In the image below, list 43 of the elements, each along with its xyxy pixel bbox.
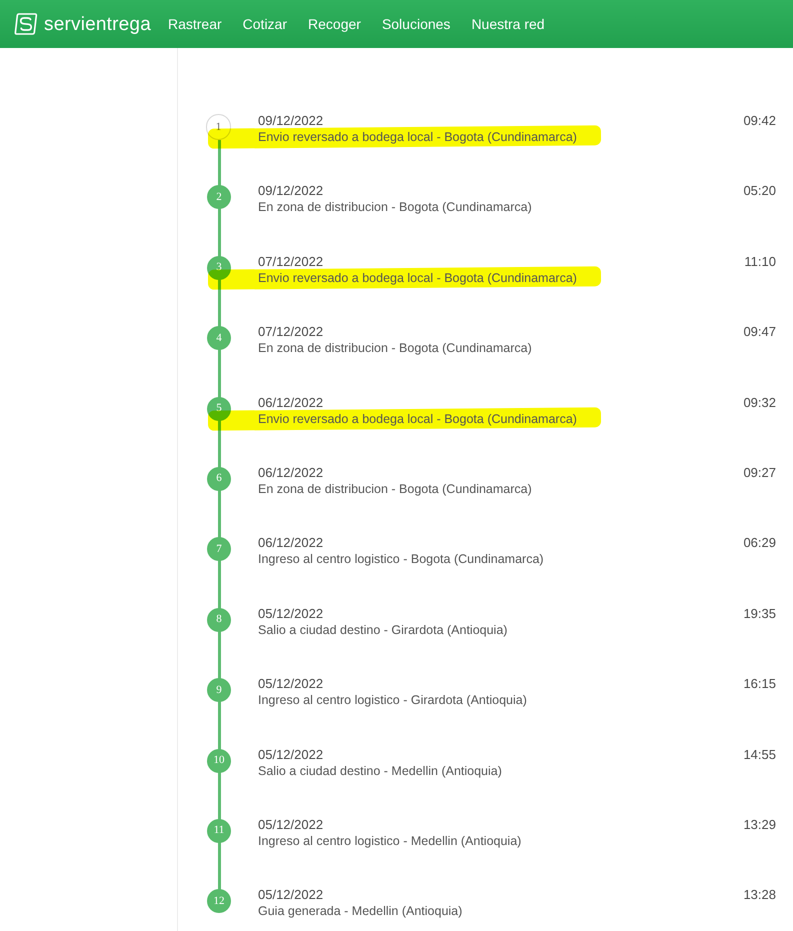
- event-description: Ingreso al centro logistico - Medellin (Antioquia): [258, 832, 522, 850]
- nav-link[interactable]: Recoger: [308, 17, 361, 31]
- event-description: Envio reversado a bodega local - Bogota (Cundinamarca): [258, 129, 577, 146]
- event-description: Guia generada - Medellin (Antioquia): [258, 903, 462, 920]
- event-description: Salio a ciudad destino - Medellin (Antioquia): [258, 762, 502, 780]
- event-time: 09:32: [743, 394, 776, 412]
- event-description: Ingreso al centro logistico - Bogota (Cundinamarca): [258, 551, 544, 568]
- event-description: En zona de distribucion - Bogota (Cundinamarca): [258, 199, 532, 216]
- event-time: 09:47: [743, 323, 776, 342]
- event-time: 13:29: [743, 816, 776, 834]
- event-time: 13:28: [743, 886, 776, 904]
- event-time: 09:42: [743, 112, 776, 130]
- event-date: 05/12/2022: [258, 816, 324, 833]
- event-date: 07/12/2022: [258, 252, 324, 270]
- event-date: 05/12/2022: [258, 886, 324, 904]
- event-time: 06:29: [743, 534, 776, 552]
- event-date: 06/12/2022: [258, 464, 324, 481]
- event-description: Salio a ciudad destino - Girardota (Antioquia): [258, 622, 508, 639]
- s-logo-icon[interactable]: [14, 12, 38, 36]
- event-date: 05/12/2022: [258, 675, 324, 692]
- nav-link[interactable]: Cotizar: [242, 17, 288, 31]
- event-date: 07/12/2022: [258, 323, 324, 340]
- event-description: Envio reversado a bodega local - Bogota (Cundinamarca): [258, 410, 577, 428]
- event-date: 06/12/2022: [258, 394, 324, 411]
- event-time: 14:55: [743, 746, 776, 764]
- event-time: 19:35: [743, 604, 776, 623]
- nav-link[interactable]: Rastrear: [168, 17, 222, 31]
- event-description: En zona de distribucion - Bogota (Cundinamarca): [258, 480, 532, 498]
- event-time: 09:27: [743, 464, 776, 482]
- event-description: En zona de distribucion - Bogota (Cundinamarca): [258, 340, 532, 358]
- event-time: 16:15: [743, 675, 776, 694]
- event-description: Ingreso al centro logistico - Girardota (Antioquia): [258, 692, 527, 710]
- event-time: 05:20: [743, 182, 776, 200]
- event-date: 05/12/2022: [258, 746, 324, 763]
- event-time: 11:10: [744, 252, 776, 271]
- event-date: 09/12/2022: [258, 182, 324, 200]
- nav-link[interactable]: Nuestra red: [471, 17, 545, 31]
- brand-name[interactable]: servientrega: [44, 14, 151, 34]
- event-date: 05/12/2022: [258, 604, 324, 622]
- event-date: 06/12/2022: [258, 534, 324, 552]
- nav-link[interactable]: Soluciones: [382, 17, 450, 31]
- event-description: Envio reversado a bodega local - Bogota (Cundinamarca): [258, 270, 577, 287]
- event-date: 09/12/2022: [258, 112, 324, 129]
